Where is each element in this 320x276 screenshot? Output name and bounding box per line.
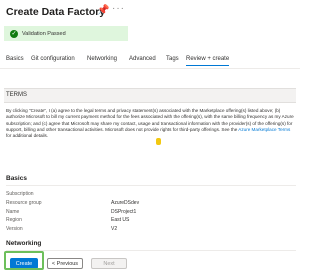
basics-heading: Basics [6,175,27,182]
version-label: Version [6,226,23,232]
basics-divider [6,185,296,186]
tab-divider [0,68,300,69]
name-value: DSProject1 [111,209,137,215]
pin-icon[interactable]: 📌 [97,5,109,16]
mouse-cursor-icon [156,138,161,145]
validation-banner: ✓ Validation Passed [4,26,128,41]
tab-tags[interactable]: Tags [166,56,179,62]
tab-networking[interactable]: Networking [87,56,117,62]
name-label: Name [6,209,20,215]
marketplace-terms-link[interactable]: Azure Marketplace Terms [238,127,290,132]
terms-text: By clicking "Create", I (a) agree to the… [6,108,296,139]
tab-bar: Basics Git configuration Networking Adva… [0,56,300,68]
validation-text: Validation Passed [22,30,66,37]
check-circle-icon: ✓ [10,29,18,38]
action-footer: Create < Previous Next [0,254,300,276]
previous-button[interactable]: < Previous [47,258,83,269]
tab-git-configuration[interactable]: Git configuration [31,56,75,62]
region-value: East US [111,217,130,223]
page-title: Create Data Factory [6,6,106,18]
tab-review-create[interactable]: Review + create [186,56,230,66]
version-value: V2 [111,226,118,232]
region-label: Region [6,217,22,223]
tab-basics[interactable]: Basics [6,56,24,62]
subscription-label: Subscription [6,191,34,197]
resource-group-value: AzureDSdev [111,200,140,206]
create-highlight-box [4,251,44,270]
terms-heading: TERMS [4,88,296,103]
networking-heading: Networking [6,240,42,247]
next-button[interactable]: Next [91,258,127,269]
terms-body-end: for additional details. [6,133,49,139]
resource-group-label: Resource group [6,200,42,206]
tab-advanced[interactable]: Advanced [129,56,156,62]
networking-divider [6,250,296,251]
ellipsis-icon[interactable]: ··· [112,3,125,14]
